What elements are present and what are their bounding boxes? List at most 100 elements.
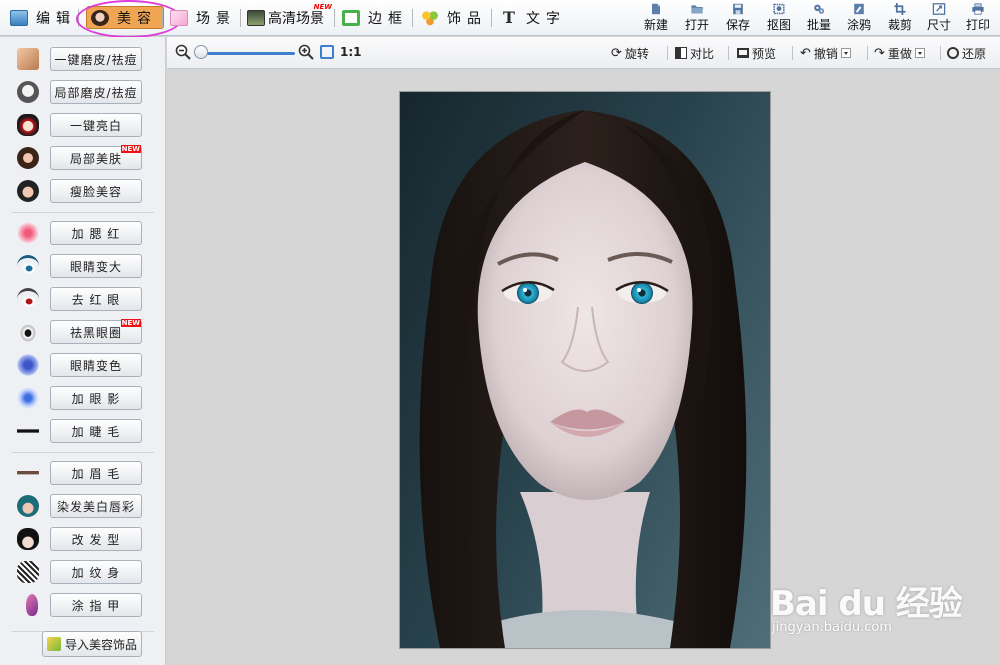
actual-size-button[interactable]: 1:1 [340,45,362,59]
import-ornament-button[interactable]: 导入美容饰品 [42,631,142,657]
beauty-tool-label: 加 眼 影 [71,391,121,406]
beauty-tool-label: 涂 指 甲 [71,598,121,613]
beauty-tool-button[interactable]: 加 腮 红 [50,221,142,245]
slim-face-icon [14,179,42,203]
tab-frame[interactable]: 边框 [342,6,408,29]
beauty-tool-row: 去 红 眼 [0,285,166,313]
beauty-tool-row: 加 眼 影 [0,384,166,412]
portrait-photo [400,92,770,648]
toolbar-divider [792,46,793,60]
zoom-slider-track[interactable] [203,52,295,55]
beauty-tool-button[interactable]: 一键亮白 [50,113,142,137]
face-smooth-icon-glyph [17,48,39,70]
toolbar-divider [940,46,941,60]
beauty-tool-label: 眼睛变色 [69,358,122,373]
beauty-tool-button[interactable]: 去 红 眼 [50,287,142,311]
top-menubar: 编辑 美容 场景 高清场景 NEW 边框 饰品 T 文字 新建 打开 保存 抠图… [0,0,1000,38]
undo-dropdown-icon[interactable] [840,48,851,58]
eye-enlarge-icon [14,254,42,278]
beauty-tool-label: 加 睫 毛 [71,424,121,439]
tab-beauty[interactable]: 美容 [86,6,164,29]
zoom-out-icon[interactable] [175,44,191,60]
beauty-tool-button[interactable]: 加 睫 毛 [50,419,142,443]
new-badge: NEW [120,145,141,153]
preview-icon [737,48,749,58]
beauty-tool-button[interactable]: 瘦脸美容 [50,179,142,203]
beauty-tool-button[interactable]: 局部美肤 NEW [50,145,142,170]
menubar-divider [162,9,163,27]
zoom-slider-handle[interactable] [194,45,208,59]
print-button[interactable]: 打印 [962,3,994,33]
cutout-button[interactable]: 抠图 [763,3,795,33]
beauty-tool-button[interactable]: 染发美白唇彩 [50,494,142,518]
zoom-in-icon[interactable] [298,44,314,60]
doodle-icon [854,3,864,15]
doodle-button[interactable]: 涂鸦 [843,3,875,33]
beauty-tool-label: 加 腮 红 [71,226,121,241]
beauty-tool-button[interactable]: 一键磨皮/祛痘 [50,47,142,71]
tab-edit[interactable]: 编辑 [10,6,76,29]
menubar-divider [491,9,492,27]
beauty-tool-row: 眼睛变大 [0,252,166,280]
open-button[interactable]: 打开 [681,3,713,33]
tab-hd-scene[interactable]: 高清场景 NEW [247,2,332,29]
redo-button[interactable]: ↷ 重做 [874,43,925,63]
rotate-button[interactable]: ⟳ 旋转 [611,43,649,63]
eye-color-icon [14,353,42,377]
restore-button[interactable]: 还原 [947,43,986,63]
beauty-tool-row: 加 睫 毛 [0,417,166,445]
beauty-tools-panel: 一键磨皮/祛痘局部磨皮/祛痘一键亮白局部美肤 NEW 瘦脸美容加 腮 红眼睛变大去 … [0,37,166,665]
beauty-tool-row: 一键亮白 [0,111,166,139]
nail-polish-icon [14,593,42,617]
opera-mask-icon-glyph [17,114,39,136]
face-partial-smooth-icon-glyph [17,81,39,103]
beauty-tool-button[interactable]: 涂 指 甲 [50,593,142,617]
face-partial-smooth-icon [14,80,42,104]
toolbar-divider [667,46,668,60]
image-canvas[interactable]: Bai du 经验 jingyan.baidu.com [167,70,1000,665]
baidu-watermark: Bai du 经验 jingyan.baidu.com [770,584,963,635]
compare-button[interactable]: 对比 [675,43,714,63]
tab-scene[interactable]: 场景 [170,6,236,29]
undo-button[interactable]: ↶ 撤销 [800,43,851,63]
batch-button[interactable]: 批量 [803,3,835,33]
save-button[interactable]: 保存 [722,3,754,33]
beauty-tool-label: 一键磨皮/祛痘 [54,52,138,67]
beauty-tool-button[interactable]: 眼睛变色 [50,353,142,377]
face-smooth-icon [14,47,42,71]
image-edit-icon [10,9,28,26]
beauty-tool-label: 一键亮白 [69,118,122,133]
eye-color-icon-glyph [17,354,39,376]
beauty-tool-button[interactable]: 局部磨皮/祛痘 [50,80,142,104]
text-icon: T [503,7,515,27]
frame-icon [342,9,360,26]
restore-icon [947,47,959,59]
beauty-tool-button[interactable]: 加 眼 影 [50,386,142,410]
beauty-tool-button[interactable]: 加 眉 毛 [50,461,142,485]
crop-icon [894,3,906,15]
beauty-tool-button[interactable]: 改 发 型 [50,527,142,551]
beauty-tool-button[interactable]: 眼睛变大 [50,254,142,278]
panel-divider [12,212,154,213]
tab-text[interactable]: T 文字 [500,6,566,29]
resize-button[interactable]: 尺寸 [923,3,955,33]
eyebrow-icon-glyph [17,462,39,484]
eye-shadow-icon [14,386,42,410]
import-icon [46,637,61,651]
beauty-tool-label: 去 红 眼 [71,292,121,307]
beauty-tool-button[interactable]: 加 纹 身 [50,560,142,584]
eyelash-icon [14,419,42,443]
fit-window-icon[interactable] [320,45,334,59]
beauty-tool-label: 眼睛变大 [69,259,122,274]
beauty-tool-button[interactable]: 祛黑眼圈 NEW [50,319,142,344]
menubar-divider [240,9,241,27]
tab-hd-scene-label: 高清场景 NEW [268,2,332,27]
redo-dropdown-icon[interactable] [914,48,925,58]
new-file-icon [652,3,660,15]
crop-button[interactable]: 裁剪 [884,3,916,33]
new-button[interactable]: 新建 [640,3,672,33]
tab-ornament[interactable]: 饰品 [421,6,487,29]
beauty-tool-row: 局部美肤 NEW [0,144,166,172]
portrait-image [419,110,747,648]
preview-button[interactable]: 预览 [737,43,776,63]
